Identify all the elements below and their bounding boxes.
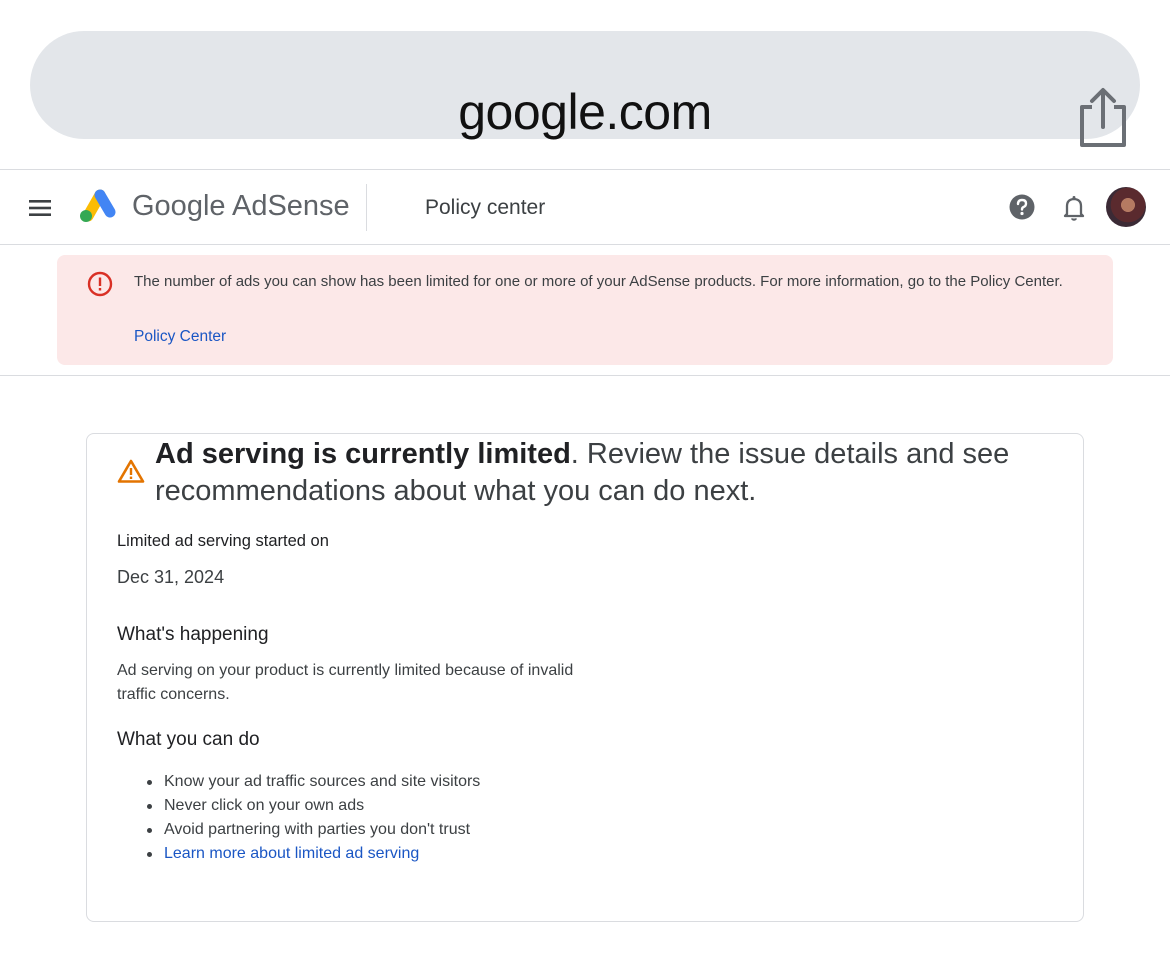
page-title: Policy center xyxy=(425,196,546,219)
address-bar[interactable]: google.com xyxy=(30,31,1140,147)
header-divider xyxy=(366,184,367,231)
started-date: Dec 31, 2024 xyxy=(117,567,225,587)
learn-more-link[interactable]: Learn more about limited ad serving xyxy=(164,845,419,862)
started-label: Limited ad serving started on xyxy=(117,532,329,550)
card-headline: Ad serving is currently limited. Review … xyxy=(155,436,1055,510)
list-item-learn-more: Learn more about limited ad serving xyxy=(117,842,480,866)
user-avatar[interactable] xyxy=(1106,187,1146,227)
list-item: Never click on your own ads xyxy=(117,794,480,818)
share-icon[interactable] xyxy=(1070,85,1130,149)
list-item: Avoid partnering with parties you don't … xyxy=(117,818,480,842)
alert-banner-area: The number of ads you can show has been … xyxy=(0,245,1170,376)
list-item: Know your ad traffic sources and site vi… xyxy=(117,770,480,794)
menu-icon[interactable] xyxy=(24,192,56,224)
happening-heading: What's happening xyxy=(117,624,269,645)
help-icon[interactable] xyxy=(1008,193,1036,221)
happening-description: Ad serving on your product is currently … xyxy=(117,662,574,703)
adsense-logo-icon[interactable] xyxy=(78,188,120,224)
product-logo-text[interactable]: Google AdSense xyxy=(132,190,350,223)
warning-icon xyxy=(117,458,145,484)
error-icon xyxy=(87,271,113,297)
recommendations-list: Know your ad traffic sources and site vi… xyxy=(117,770,480,866)
policy-center-link[interactable]: Policy Center xyxy=(134,328,226,346)
address-bar-url[interactable]: google.com xyxy=(30,83,1140,141)
notifications-bell-icon[interactable] xyxy=(1060,193,1088,223)
alert-banner: The number of ads you can show has been … xyxy=(57,255,1113,365)
app-header: Google AdSense Policy center xyxy=(0,169,1170,245)
browser-toolbar: google.com xyxy=(0,0,1170,170)
ad-serving-status-card: Ad serving is currently limited. Review … xyxy=(86,433,1084,922)
alert-message: The number of ads you can show has been … xyxy=(134,273,1063,290)
headline-strong: Ad serving is currently limited xyxy=(155,438,571,470)
what-you-can-do-heading: What you can do xyxy=(117,729,260,750)
